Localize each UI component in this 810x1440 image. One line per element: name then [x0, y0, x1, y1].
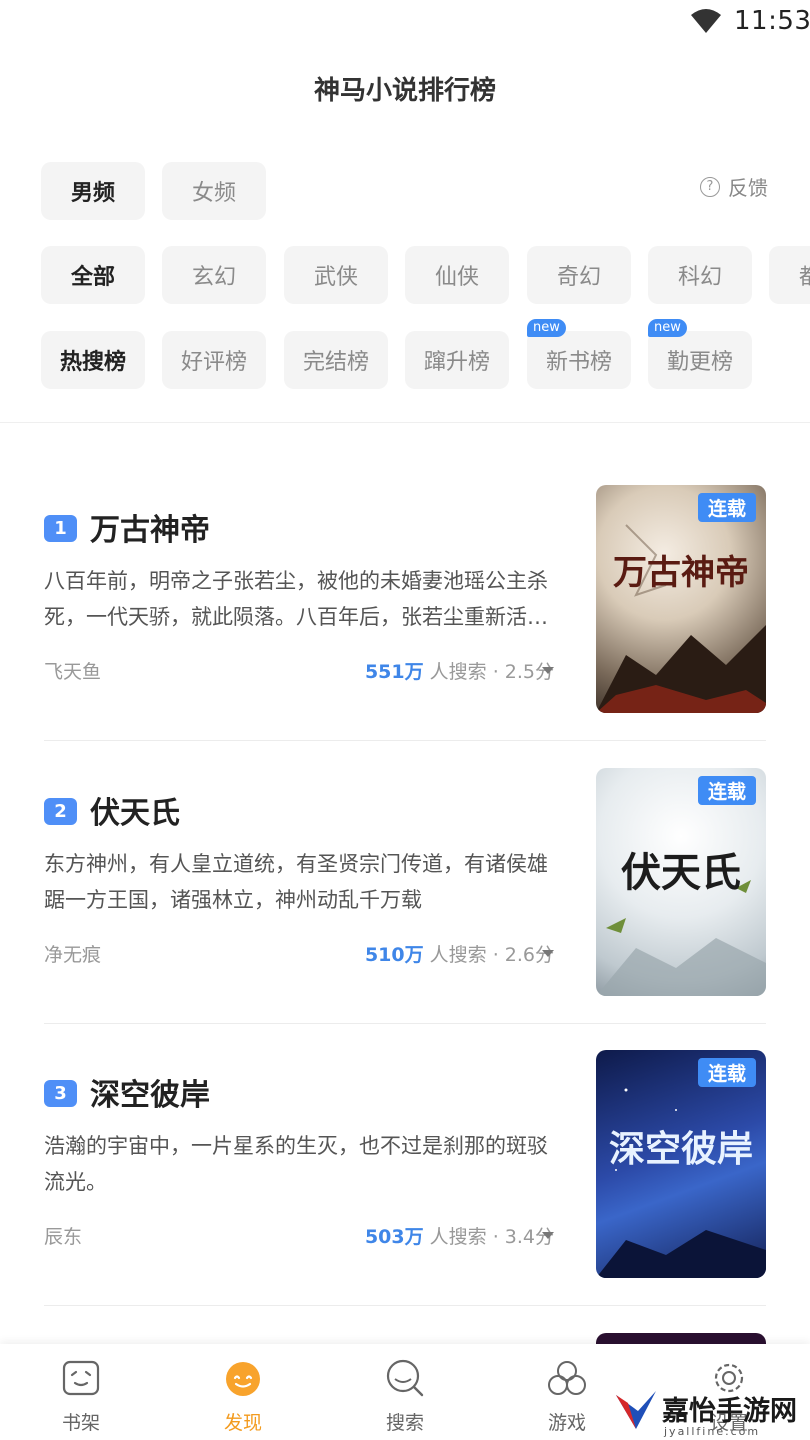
- book-list-item[interactable]: 1 万古神帝 八百年前，明帝之子张若尘，被他的未婚妻池瑶公主杀死，一代天骄，就此…: [0, 485, 810, 768]
- chip-label: 奇幻: [556, 265, 601, 290]
- tab-male[interactable]: 男频: [41, 162, 145, 220]
- nav-bookshelf[interactable]: 书架: [0, 1344, 162, 1440]
- book-author[interactable]: 辰东: [44, 1222, 82, 1249]
- chip-label: 好评榜: [180, 350, 247, 375]
- clock: 11:53: [734, 6, 810, 36]
- item-divider: [44, 1305, 766, 1306]
- book-cover[interactable]: 深空彼岸 连载: [596, 1050, 766, 1278]
- list-chip-completed[interactable]: 完结榜: [284, 331, 388, 389]
- feedback-button[interactable]: ? 反馈: [700, 172, 768, 201]
- list-chip-rising[interactable]: 蹿升榜: [405, 331, 509, 389]
- chip-label: 蹿升榜: [423, 350, 490, 375]
- serializing-tag: 连载: [697, 1058, 756, 1087]
- book-cover[interactable]: 伏天氏 连载: [596, 768, 766, 996]
- chip-label: 仙侠: [434, 265, 479, 290]
- section-divider: [0, 422, 810, 423]
- chip-label: 新书榜: [545, 350, 612, 375]
- nav-label: 书架: [61, 1412, 100, 1434]
- book-cover[interactable]: 万古神帝 连载: [596, 485, 766, 713]
- watermark-url: jyallfine.com: [664, 1425, 761, 1438]
- chip-label: 都: [799, 259, 810, 291]
- search-suffix: 人搜索 · 3.4分: [429, 1226, 554, 1248]
- item-divider: [44, 740, 766, 741]
- serializing-tag: 连载: [697, 776, 756, 805]
- serializing-tag: 连载: [697, 493, 756, 522]
- status-bar: 11:53: [0, 0, 810, 44]
- genre-chip-xuanhuan[interactable]: 玄幻: [162, 246, 266, 304]
- list-chip-frequent-updates[interactable]: new 勤更榜: [648, 319, 752, 389]
- genre-chip-qihuan[interactable]: 奇幻: [527, 246, 631, 304]
- list-chip-new-books[interactable]: new 新书榜: [527, 319, 631, 389]
- search-count: 510万: [364, 944, 424, 966]
- cover-title: 深空彼岸: [608, 1128, 753, 1170]
- nav-search[interactable]: 搜索: [324, 1344, 486, 1440]
- game-icon: [548, 1361, 586, 1395]
- cover-title: 伏天氏: [621, 849, 741, 896]
- tab-label: 男频: [70, 181, 115, 206]
- chip-label: 科幻: [677, 265, 722, 290]
- expand-caret-icon[interactable]: [542, 1232, 554, 1239]
- chip-label: 热搜榜: [59, 350, 126, 375]
- search-count: 551万: [364, 661, 424, 683]
- book-title[interactable]: 深空彼岸: [90, 1070, 210, 1114]
- genre-chip-all[interactable]: 全部: [41, 246, 145, 304]
- book-title[interactable]: 万古神帝: [90, 505, 210, 549]
- book-title[interactable]: 伏天氏: [90, 788, 180, 832]
- chip-label: 武侠: [313, 265, 358, 290]
- nav-label: 发现: [223, 1412, 262, 1434]
- bookshelf-icon: [62, 1360, 100, 1396]
- watermark: 嘉怡手游网 jyallfine.com: [610, 1385, 810, 1440]
- search-icon: [386, 1359, 424, 1397]
- watermark-logo-icon: [616, 1391, 656, 1429]
- chip-label: 全部: [70, 265, 115, 290]
- book-stats: 503万 人搜索 · 3.4分: [365, 1222, 554, 1249]
- discover-icon: [226, 1362, 260, 1396]
- book-stats: 551万 人搜索 · 2.5分: [365, 657, 554, 684]
- genre-chip-wuxia[interactable]: 武侠: [284, 246, 388, 304]
- chip-label: 勤更榜: [666, 350, 733, 375]
- genre-chip-kehuan[interactable]: 科幻: [648, 246, 752, 304]
- book-description: 八百年前，明帝之子张若尘，被他的未婚妻池瑶公主杀死，一代天骄，就此陨落。八百年后…: [44, 569, 548, 629]
- genre-chip-dushi[interactable]: 都: [769, 246, 810, 304]
- book-list-item[interactable]: 3 深空彼岸 浩瀚的宇宙中，一片星系的生灭，也不过是刹那的斑驳流光。 辰东 50…: [0, 1050, 810, 1333]
- search-suffix: 人搜索 · 2.6分: [429, 944, 554, 966]
- chip-label: 完结榜: [302, 350, 369, 375]
- expand-caret-icon[interactable]: [542, 950, 554, 957]
- rank-badge: 2: [44, 798, 77, 825]
- tab-label: 女频: [191, 181, 236, 206]
- book-author[interactable]: 飞天鱼: [44, 657, 101, 684]
- book-stats: 510万 人搜索 · 2.6分: [365, 940, 554, 967]
- book-author[interactable]: 净无痕: [44, 940, 101, 967]
- book-description: 浩瀚的宇宙中，一片星系的生灭，也不过是刹那的斑驳流光。: [44, 1134, 548, 1194]
- tab-female[interactable]: 女频: [162, 162, 266, 220]
- expand-caret-icon[interactable]: [542, 667, 554, 674]
- search-suffix: 人搜索 · 2.5分: [429, 661, 554, 683]
- list-chip-hot-search[interactable]: 热搜榜: [41, 331, 145, 389]
- search-count: 503万: [364, 1226, 424, 1248]
- feedback-label: 反馈: [728, 176, 768, 200]
- list-chip-top-rated[interactable]: 好评榜: [162, 331, 266, 389]
- new-badge: new: [648, 319, 687, 337]
- rank-badge: 3: [44, 1080, 77, 1107]
- wifi-icon: [691, 9, 721, 33]
- page-title: 神马小说排行榜: [313, 76, 496, 106]
- chip-label: 玄幻: [191, 265, 236, 290]
- book-description: 东方神州，有人皇立道统，有圣贤宗门传道，有诸侯雄踞一方王国，诸强林立，神州动乱千…: [44, 852, 548, 912]
- help-circle-icon: ?: [700, 176, 720, 197]
- new-badge: new: [527, 319, 566, 337]
- genre-chip-xianxia[interactable]: 仙侠: [405, 246, 509, 304]
- watermark-text: 嘉怡手游网: [662, 1396, 797, 1427]
- nav-discover[interactable]: 发现: [162, 1344, 324, 1440]
- item-divider: [44, 1023, 766, 1024]
- book-list-item[interactable]: 2 伏天氏 东方神州，有人皇立道统，有圣贤宗门传道，有诸侯雄踞一方王国，诸强林立…: [0, 768, 810, 1051]
- rank-badge: 1: [44, 515, 77, 542]
- nav-label: 搜索: [385, 1412, 424, 1434]
- cover-title: 万古神帝: [613, 553, 749, 593]
